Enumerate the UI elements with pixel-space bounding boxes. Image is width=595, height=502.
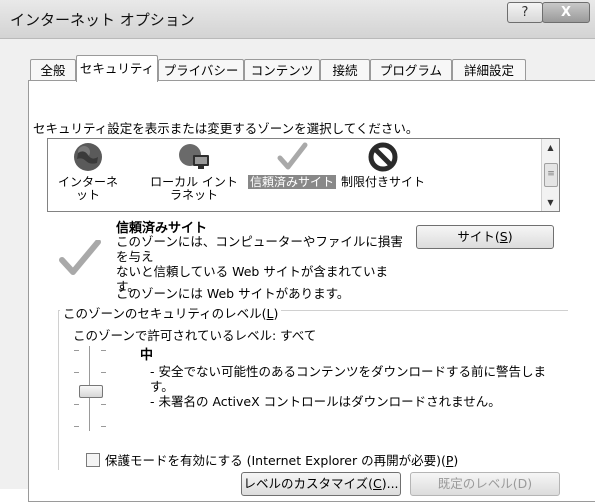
scroll-thumb[interactable]: ≡ (544, 163, 558, 187)
zone-local-intranet[interactable]: ローカル イント ラネット (140, 141, 248, 202)
restricted-icon (368, 142, 398, 172)
security-level-description: - 安全でない可能性のあるコンテンツをダウンロードする前に警告しま す。 - 未… (150, 364, 546, 409)
zone-trusted-label: 信頼済みサイト (247, 175, 336, 189)
tab-general[interactable]: 全般 (30, 59, 76, 82)
scroll-up-arrow-icon[interactable]: ▲ (542, 139, 559, 156)
zone-list-scrollbar[interactable]: ▲ ≡ ▼ (541, 139, 559, 211)
globe-icon (74, 143, 102, 171)
slider-tick (101, 350, 106, 351)
scroll-down-arrow-icon[interactable]: ▼ (542, 194, 559, 211)
security-level-name: 中 (140, 348, 154, 363)
tab-advanced[interactable]: 詳細設定 (452, 59, 526, 82)
custom-level-button[interactable]: レベルのカスタマイズ(C)... (241, 472, 401, 496)
security-level-group-border-left (58, 310, 59, 470)
allowed-levels-text: このゾーンで許可されているレベル: すべて (73, 328, 317, 343)
security-level-group-label: このゾーンのセキュリティのレベル(L) (60, 303, 282, 322)
slider-tick (74, 372, 79, 373)
window-title: インターネット オプション (10, 11, 195, 29)
title-bar: インターネット オプション ? X (0, 0, 595, 39)
slider-tick (74, 426, 79, 427)
help-button[interactable]: ? (507, 2, 543, 23)
slider-thumb[interactable] (79, 385, 103, 398)
tab-connections[interactable]: 接続 (320, 59, 370, 82)
zone-trusted-sites[interactable]: 信頼済みサイト (242, 141, 342, 189)
checkmark-icon (277, 142, 308, 170)
trusted-checkmark-icon (59, 240, 101, 275)
tab-security[interactable]: セキュリティ (76, 55, 158, 82)
close-button[interactable]: X (542, 2, 590, 23)
checkbox-box[interactable] (86, 453, 100, 467)
zone-internet-label: インターネット (57, 175, 118, 202)
zone-list[interactable]: インターネット ローカル イント ラネット 信頼済みサイト 制限付きサイト ▲ … (47, 138, 560, 212)
slider-tick (74, 404, 79, 405)
zone-restricted-label: 制限付きサイト (340, 175, 425, 189)
default-level-button: 既定のレベル(D) (410, 472, 560, 496)
zone-internet[interactable]: インターネット (56, 141, 120, 202)
sites-button[interactable]: サイト(S) (416, 225, 554, 249)
intranet-icon (179, 144, 209, 169)
security-level-slider[interactable] (70, 346, 110, 431)
slider-tick (101, 426, 106, 427)
slider-tick (101, 404, 106, 405)
zone-restricted-sites[interactable]: 制限付きサイト (340, 141, 426, 189)
tab-privacy[interactable]: プライバシー (158, 59, 244, 82)
protected-mode-checkbox[interactable]: 保護モードを有効にする (Internet Explorer の再開が必要)(P… (86, 450, 458, 469)
slider-tick (74, 350, 79, 351)
tab-content[interactable]: コンテンツ (244, 59, 320, 82)
zone-intranet-label-line2: ラネット (169, 188, 218, 202)
internet-options-dialog: インターネット オプション ? X 全般 セキュリティ プライバシー コンテンツ… (0, 0, 595, 502)
slider-tick (101, 372, 106, 373)
tab-programs[interactable]: プログラム (370, 59, 452, 82)
zone-sites-note: このゾーンには Web サイトがあります。 (116, 286, 350, 301)
zone-caption: セキュリティ設定を表示または変更するゾーンを選択してください。 (33, 121, 419, 136)
